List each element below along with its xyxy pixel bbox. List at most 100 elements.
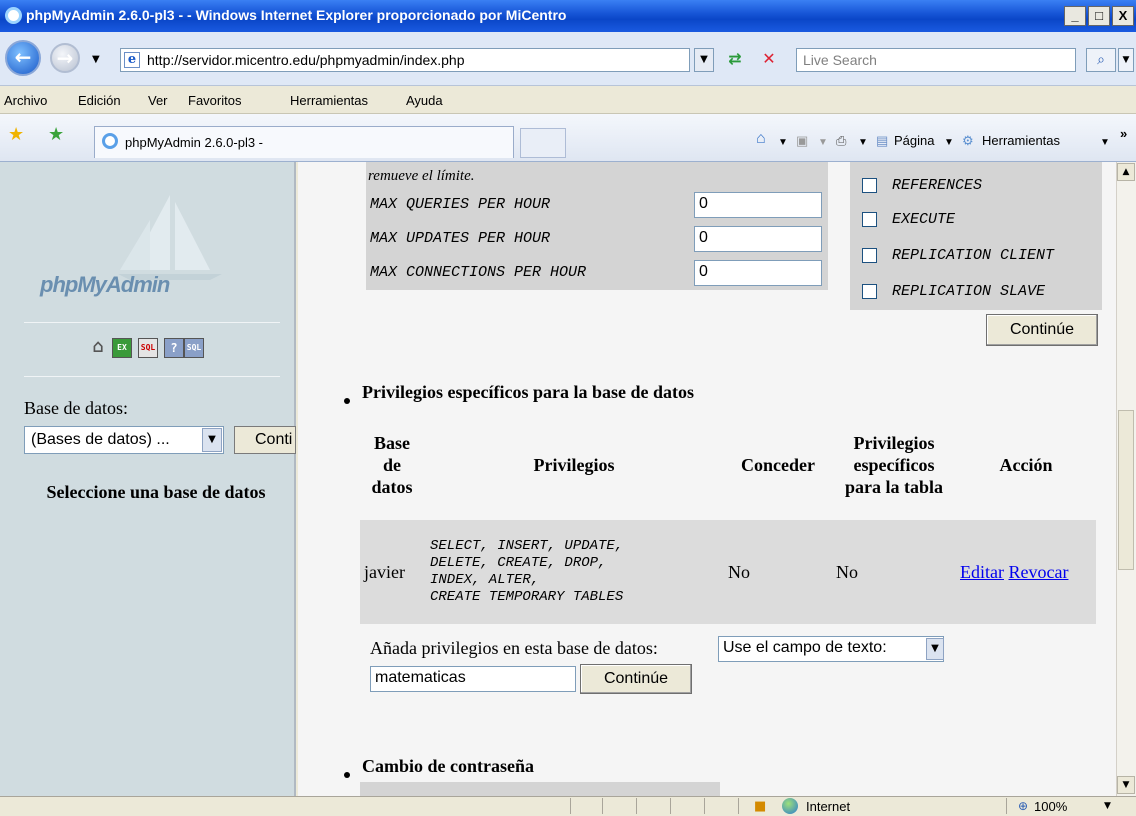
privilege-line: CREATE TEMPORARY TABLES	[430, 589, 624, 605]
status-separator	[602, 798, 603, 814]
menu-edicion[interactable]: Edición	[78, 93, 121, 108]
privilege-label: REPLICATION CLIENT	[892, 247, 1055, 264]
page-dropdown-icon[interactable]: ▼	[944, 137, 954, 148]
add-favorite-icon[interactable]: ★	[48, 124, 64, 145]
tools-gear-icon: ⚙	[962, 133, 974, 148]
max-updates-input[interactable]: 0	[694, 226, 822, 252]
print-icon[interactable]: ⎙	[836, 133, 846, 149]
page-icon-cmd: ▤	[876, 133, 889, 148]
privilege-line: SELECT, INSERT, UPDATE,	[430, 538, 624, 554]
menu-ayuda[interactable]: Ayuda	[406, 93, 443, 108]
home-icon[interactable]: ⌂	[756, 130, 766, 148]
select-database-message: Seleccione una base de datos	[46, 482, 266, 502]
checkbox-references[interactable]	[862, 178, 877, 193]
status-separator	[704, 798, 705, 814]
limit-label: MAX UPDATES PER HOUR	[370, 230, 551, 247]
address-bar[interactable]: http://servidor.micentro.edu/phpmyadmin/…	[120, 48, 690, 72]
maximize-button[interactable]: □	[1088, 6, 1110, 26]
db-privileges-table: Base de datos Privilegios Conceder Privi…	[360, 410, 1096, 624]
tools-menu[interactable]: Herramientas	[982, 133, 1060, 148]
privilege-label: REFERENCES	[892, 177, 983, 194]
status-separator	[670, 798, 671, 814]
max-queries-input[interactable]: 0	[694, 192, 822, 218]
scroll-down-icon[interactable]: ▼	[1117, 776, 1135, 794]
tools-dropdown-icon[interactable]: ▼	[1100, 137, 1110, 148]
new-tab-button[interactable]	[520, 128, 566, 158]
window-title: phpMyAdmin 2.6.0-pl3 - - Windows Interne…	[26, 7, 567, 23]
search-dropdown-icon[interactable]: ▼	[1118, 48, 1134, 72]
continue-privileges-button[interactable]: Continúe	[986, 314, 1098, 346]
sql-query-icon[interactable]: SQL	[138, 338, 158, 358]
col-header-grant: Conceder	[741, 455, 815, 475]
address-dropdown-icon[interactable]: ▼	[694, 48, 714, 72]
menu-herramientas[interactable]: Herramientas	[290, 93, 368, 108]
home-dropdown-icon[interactable]: ▼	[778, 137, 788, 148]
privilege-label: EXECUTE	[892, 211, 956, 228]
close-button[interactable]: X	[1112, 6, 1134, 26]
status-separator	[738, 798, 739, 814]
protected-mode-icon: ■	[754, 799, 767, 814]
menu-ver[interactable]: Ver	[148, 93, 168, 108]
page-icon: e	[124, 52, 140, 68]
section-title-password: Cambio de contraseña	[362, 756, 534, 776]
menu-favoritos[interactable]: Favoritos	[188, 93, 241, 108]
tab-phpmyadmin[interactable]: phpMyAdmin 2.6.0-pl3 -	[94, 126, 514, 158]
stop-icon[interactable]: ✕	[756, 48, 782, 72]
database-select-dropdown-icon[interactable]: ▼	[202, 428, 222, 452]
help-icon[interactable]: ?	[164, 338, 184, 358]
cell-actions: Editar Revocar	[956, 520, 1096, 624]
menu-archivo[interactable]: Archivo	[4, 93, 47, 108]
checkbox-replication-client[interactable]	[862, 248, 877, 263]
database-select[interactable]: (Bases de datos) ...	[24, 426, 224, 454]
refresh-icon[interactable]: ⇄	[722, 48, 748, 72]
database-go-button[interactable]: Conti	[234, 426, 296, 454]
feeds-icon[interactable]: ▣	[796, 133, 808, 149]
history-dropdown-icon[interactable]: ▼	[92, 54, 100, 65]
search-input[interactable]: Live Search	[796, 48, 1076, 72]
add-privileges-continue-button[interactable]: Continúe	[580, 664, 692, 694]
privilege-line: DELETE, CREATE, DROP,	[430, 555, 607, 571]
checkbox-execute[interactable]	[862, 212, 877, 227]
privilege-label: REPLICATION SLAVE	[892, 283, 1046, 300]
feeds-dropdown-icon[interactable]: ▼	[818, 137, 828, 148]
divider	[24, 322, 280, 323]
cell-db-name: javier	[360, 520, 424, 624]
forward-button[interactable]: →	[50, 43, 80, 73]
minimize-button[interactable]: _	[1064, 6, 1086, 26]
exit-icon[interactable]: EX	[112, 338, 132, 358]
checkbox-replication-slave[interactable]	[862, 284, 877, 299]
col-header-action: Acción	[999, 455, 1053, 475]
zoom-dropdown-icon[interactable]: ▼	[1104, 801, 1111, 811]
edit-link[interactable]: Editar	[960, 562, 1004, 582]
status-separator	[570, 798, 571, 814]
phpmyadmin-logo[interactable]: phpMyAdmin	[40, 272, 170, 298]
print-dropdown-icon[interactable]: ▼	[858, 137, 868, 148]
add-privileges-label: Añada privilegios en esta base de datos:	[370, 638, 658, 658]
tab-ie-icon	[102, 133, 118, 149]
limit-label: MAX CONNECTIONS PER HOUR	[370, 264, 587, 281]
section-title-db-privileges: Privilegios específicos para la base de …	[362, 382, 694, 402]
cell-grant: No	[724, 520, 832, 624]
back-button[interactable]: ←	[5, 40, 41, 76]
max-connections-input[interactable]: 0	[694, 260, 822, 286]
favorites-star-icon[interactable]: ★	[8, 124, 24, 145]
home-icon[interactable]: ⌂	[88, 338, 108, 358]
search-icon[interactable]: ⌕	[1086, 48, 1116, 72]
revoke-link[interactable]: Revocar	[1008, 562, 1068, 582]
more-commands-chevron[interactable]: »	[1120, 126, 1127, 141]
col-header-db: Base de datos	[371, 433, 413, 497]
add-privileges-select[interactable]: Use el campo de texto:	[718, 636, 944, 662]
scroll-up-icon[interactable]: ▲	[1117, 163, 1135, 181]
phpmyadmin-logo-sail	[118, 195, 222, 280]
add-privileges-dropdown-icon[interactable]: ▼	[926, 638, 944, 660]
divider	[24, 376, 280, 377]
status-separator	[636, 798, 637, 814]
cell-table-privileges: No	[832, 520, 956, 624]
zoom-level[interactable]: 100%	[1034, 799, 1067, 814]
bullet	[344, 398, 350, 404]
sql-docs-icon[interactable]: SQL	[184, 338, 204, 358]
scrollbar-thumb[interactable]	[1118, 410, 1134, 570]
database-name-input[interactable]: matematicas	[370, 666, 576, 692]
page-menu[interactable]: Página	[894, 133, 934, 148]
col-header-privileges: Privilegios	[533, 455, 615, 475]
